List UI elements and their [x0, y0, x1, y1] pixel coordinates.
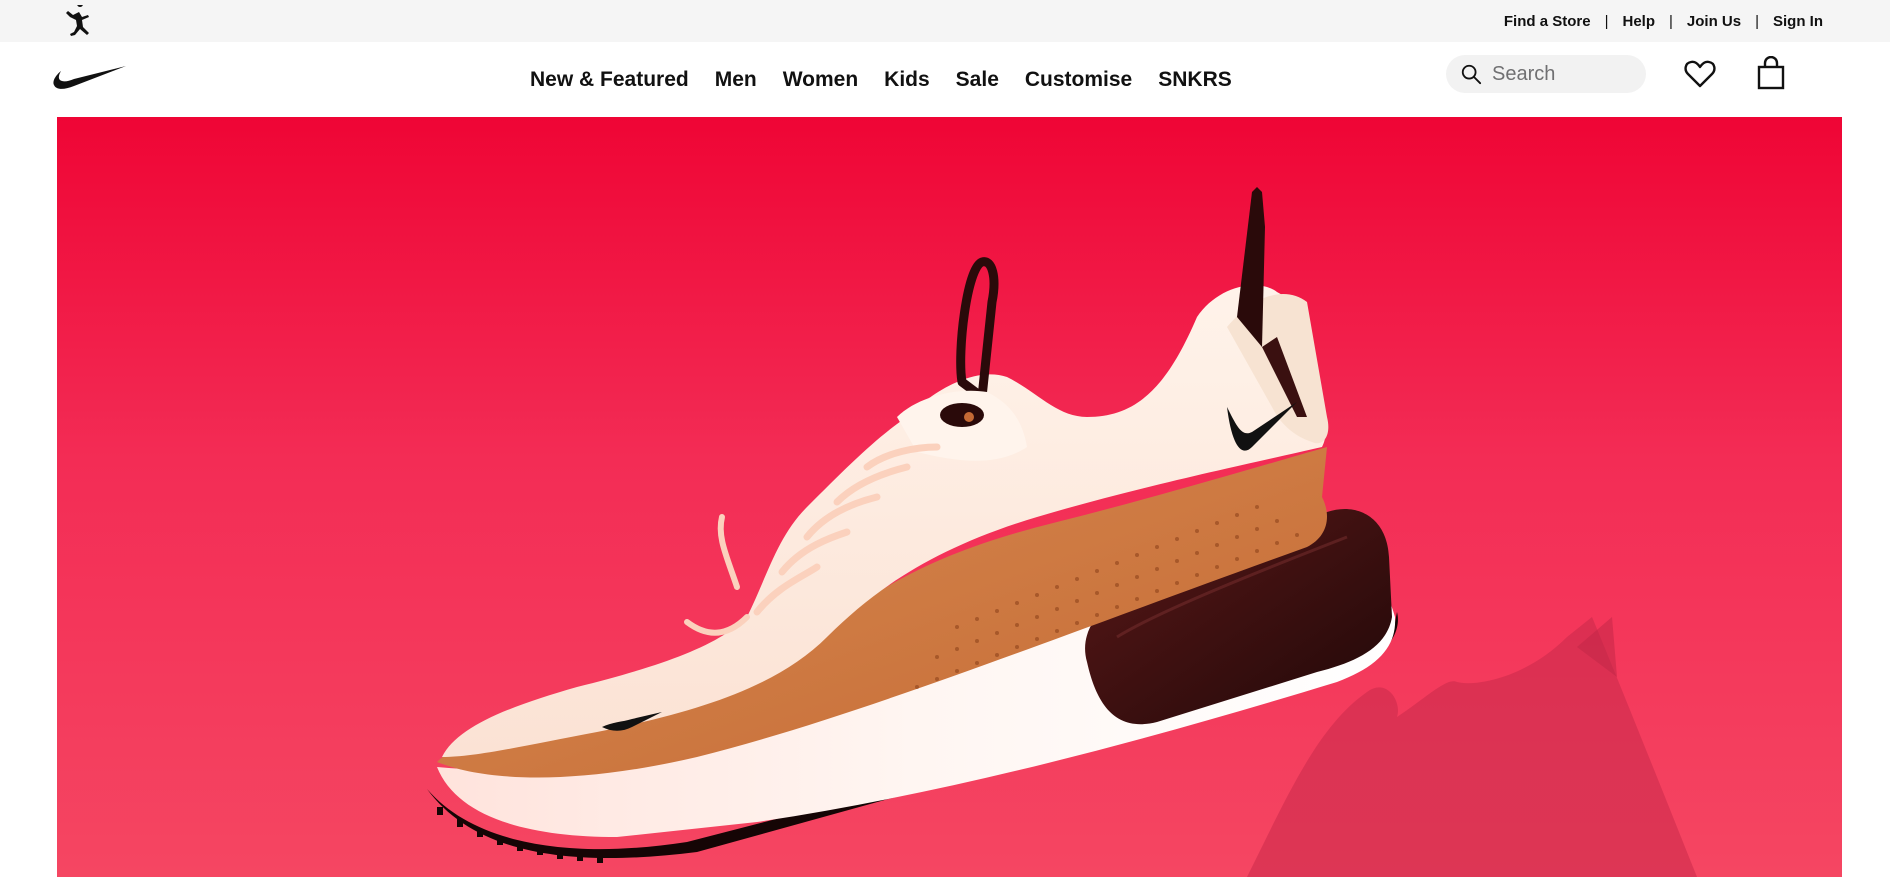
nav-item-customise[interactable]: Customise — [1025, 68, 1132, 92]
utility-bar: Find a Store | Help | Join Us | Sign In — [0, 0, 1890, 42]
find-a-store-link[interactable]: Find a Store — [1504, 13, 1591, 30]
nav-item-women[interactable]: Women — [783, 68, 858, 92]
separator: | — [1604, 12, 1609, 30]
main-nav: New & Featured Men Women Kids Sale Custo… — [0, 42, 1890, 117]
jumpman-logo-icon[interactable] — [62, 5, 96, 37]
separator: | — [1669, 12, 1673, 30]
separator: | — [1755, 12, 1759, 30]
heart-icon[interactable] — [1684, 58, 1716, 90]
nav-item-men[interactable]: Men — [715, 68, 757, 92]
help-link[interactable]: Help — [1622, 13, 1655, 30]
hero-banner[interactable] — [57, 117, 1842, 877]
nav-item-sale[interactable]: Sale — [956, 68, 999, 92]
search-box[interactable] — [1446, 55, 1646, 93]
nav-item-snkrs[interactable]: SNKRS — [1158, 68, 1232, 92]
nav-menu: New & Featured Men Women Kids Sale Custo… — [530, 42, 1232, 117]
join-us-link[interactable]: Join Us — [1687, 13, 1741, 30]
hero-sneaker-image — [427, 187, 1697, 877]
nav-item-kids[interactable]: Kids — [884, 68, 930, 92]
sign-in-link[interactable]: Sign In — [1773, 13, 1823, 30]
search-icon[interactable] — [1460, 63, 1482, 85]
search-input[interactable] — [1490, 61, 1634, 87]
shopping-bag-icon[interactable] — [1755, 56, 1787, 90]
swoosh-logo-icon[interactable] — [52, 62, 127, 92]
nav-item-new-featured[interactable]: New & Featured — [530, 68, 689, 92]
utility-links: Find a Store | Help | Join Us | Sign In — [1504, 0, 1823, 42]
